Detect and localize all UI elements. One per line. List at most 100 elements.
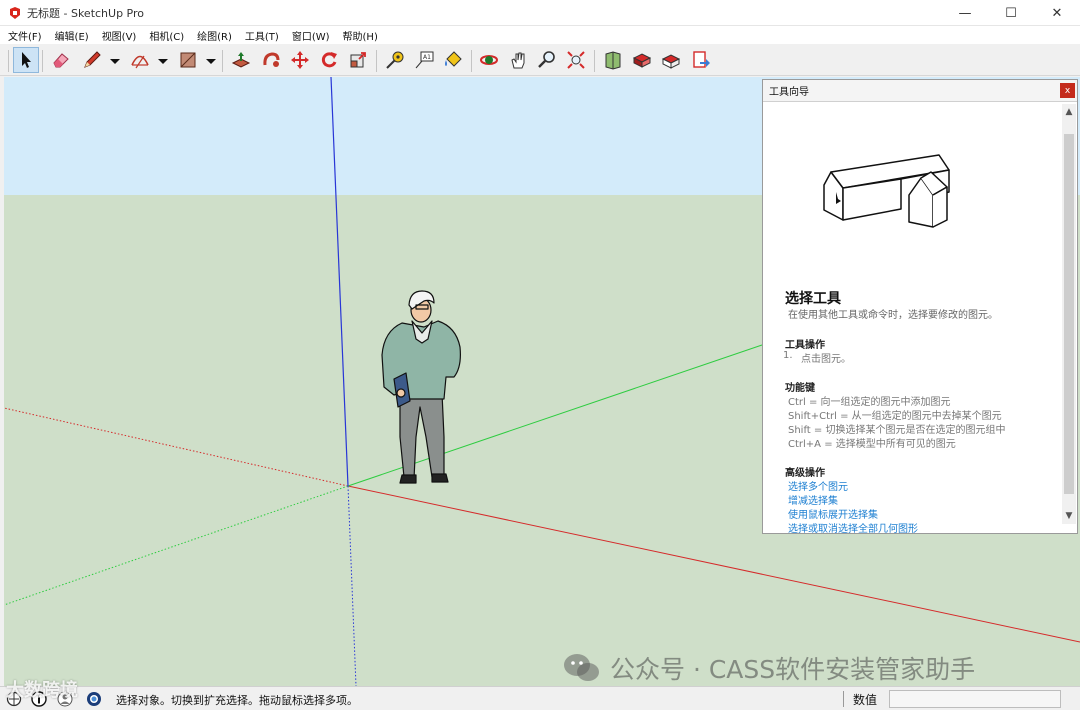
send-to-layout-icon — [693, 51, 710, 68]
pan-tool-button[interactable] — [505, 47, 531, 73]
pencil-line-icon — [84, 51, 101, 68]
status-hint-text: 选择对象。切换到扩充选择。拖动鼠标选择多项。 — [116, 694, 358, 707]
measurements-label: 数值 — [853, 693, 878, 707]
tape-measure-tool-button[interactable] — [382, 47, 408, 73]
toolbar-grip — [8, 50, 9, 72]
menu-bar: 文件(F) 编辑(E) 视图(V) 相机(C) 绘图(R) 工具(T) 窗口(W… — [0, 26, 1080, 44]
toolbar: A1 — [0, 44, 1080, 76]
rotate-tool-button[interactable] — [316, 47, 342, 73]
warehouse-icon — [605, 51, 621, 70]
menu-help[interactable]: 帮助(H) — [343, 28, 378, 43]
measurements-input[interactable] — [889, 690, 1061, 708]
window-title: 无标题 - SketchUp Pro — [27, 6, 145, 20]
follow-me-icon — [263, 52, 280, 67]
sketchup-logo-icon — [10, 6, 20, 19]
send-to-layout-button[interactable] — [688, 47, 714, 73]
account-icon[interactable] — [86, 691, 102, 707]
move-icon — [291, 51, 309, 69]
orbit-icon — [480, 55, 498, 65]
svg-text:A1: A1 — [423, 54, 431, 61]
modifier-line: Ctrl = 向一组选定的图元中添加图元 — [788, 397, 951, 408]
scroll-down-button[interactable]: ▼ — [1062, 508, 1076, 524]
modifier-keys-heading: 功能键 — [785, 383, 815, 394]
rotate-icon — [321, 52, 337, 68]
chevron-down-icon[interactable] — [110, 56, 120, 66]
paint-bucket-icon — [445, 51, 462, 67]
zoom-extents-tool-button[interactable] — [563, 47, 589, 73]
toolbar-separator — [594, 50, 595, 72]
eraser-icon — [53, 53, 69, 68]
rectangle-tool-button[interactable] — [175, 47, 201, 73]
text-label-icon: A1 — [415, 51, 434, 69]
text-tool-button[interactable]: A1 — [411, 47, 437, 73]
push-pull-tool-button[interactable] — [228, 47, 254, 73]
instructor-close-button[interactable]: x — [1060, 83, 1075, 98]
tool-name-heading: 选择工具 — [785, 291, 841, 307]
chevron-down-icon[interactable] — [158, 56, 168, 66]
advanced-link[interactable]: 选择或取消选择全部几何图形 — [788, 520, 918, 535]
instructor-title: 工具向导 — [769, 87, 809, 98]
scroll-thumb[interactable] — [1064, 134, 1074, 494]
watermark-left-text: 大数跨境 — [6, 680, 78, 701]
rectangle-icon — [180, 52, 196, 68]
tape-measure-icon — [386, 51, 404, 69]
zoom-extents-icon — [567, 51, 585, 69]
3d-warehouse-button[interactable] — [600, 47, 626, 73]
advanced-link[interactable]: 选择多个图元 — [788, 478, 848, 493]
scroll-up-button[interactable]: ▲ — [1062, 104, 1076, 120]
menu-camera[interactable]: 相机(C) — [149, 28, 184, 43]
menu-tools[interactable]: 工具(T) — [245, 28, 279, 43]
scale-icon — [350, 52, 366, 68]
zoom-icon — [538, 51, 555, 68]
menu-draw[interactable]: 绘图(R) — [197, 28, 232, 43]
share-model-button[interactable] — [658, 47, 684, 73]
minimize-button[interactable]: — — [942, 0, 988, 26]
title-bar: 无标题 - SketchUp Pro — ☐ ✕ — [0, 0, 1080, 26]
chevron-down-icon[interactable] — [206, 56, 216, 66]
select-arrow-icon — [22, 52, 31, 68]
zoom-tool-button[interactable] — [534, 47, 560, 73]
operation-step-text: 点击图元。 — [801, 354, 851, 365]
menu-file[interactable]: 文件(F) — [8, 28, 42, 43]
watermark-text: 公众号 · CASS软件安装管家助手 — [610, 655, 976, 684]
close-window-button[interactable]: ✕ — [1034, 0, 1080, 26]
menu-edit[interactable]: 编辑(E) — [55, 28, 89, 43]
advanced-link[interactable]: 增减选择集 — [788, 492, 838, 507]
toolbar-separator — [471, 50, 472, 72]
line-tool-button[interactable] — [79, 47, 105, 73]
watermark-wechat: 公众号 · CASS软件安装管家助手 — [562, 650, 975, 686]
arc-tool-button[interactable] — [127, 47, 153, 73]
extension-warehouse-button[interactable] — [629, 47, 655, 73]
tool-description: 在使用其他工具或命令时，选择要修改的图元。 — [788, 310, 998, 321]
push-pull-icon — [231, 52, 251, 68]
advanced-heading: 高级操作 — [785, 468, 825, 479]
toolbar-separator — [42, 50, 43, 72]
advanced-link[interactable]: 使用鼠标展开选择集 — [788, 506, 878, 521]
menu-window[interactable]: 窗口(W) — [292, 28, 330, 43]
move-tool-button[interactable] — [287, 47, 313, 73]
follow-me-tool-button[interactable] — [258, 47, 284, 73]
modifier-line: Shift = 切换选择某个图元是否在选定的图元组中 — [788, 425, 1006, 436]
wechat-logo-icon — [564, 654, 599, 681]
select-tool-button[interactable] — [13, 47, 39, 73]
arc-icon — [131, 55, 149, 69]
share-model-icon — [661, 54, 681, 69]
pan-hand-icon — [511, 52, 525, 69]
instructor-scrollbar[interactable]: ▲ ▼ — [1062, 104, 1076, 524]
house-illustration — [823, 154, 950, 228]
status-bar: 选择对象。切换到扩充选择。拖动鼠标选择多项。 数值 — [0, 686, 1080, 710]
menu-view[interactable]: 视图(V) — [102, 28, 137, 43]
modifier-line: Ctrl+A = 选择模型中所有可见的图元 — [788, 439, 956, 450]
maximize-button[interactable]: ☐ — [988, 0, 1034, 26]
operation-step-number: 1. — [783, 350, 793, 361]
extension-warehouse-icon — [632, 53, 652, 68]
eraser-tool-button[interactable] — [48, 47, 74, 73]
orbit-tool-button[interactable] — [476, 47, 502, 73]
toolbar-separator — [376, 50, 377, 72]
status-separator — [843, 691, 844, 707]
scale-tool-button[interactable] — [345, 47, 371, 73]
modifier-line: Shift+Ctrl = 从一组选定的图元中去掉某个图元 — [788, 411, 1002, 422]
instructor-header: 工具向导 — [763, 80, 1077, 102]
paint-bucket-tool-button[interactable] — [440, 47, 466, 73]
instructor-panel: 工具向导 x ▲ ▼ 选择工具 在使用其他工具或命令时，选择要修改的图元。 工具… — [762, 79, 1078, 535]
